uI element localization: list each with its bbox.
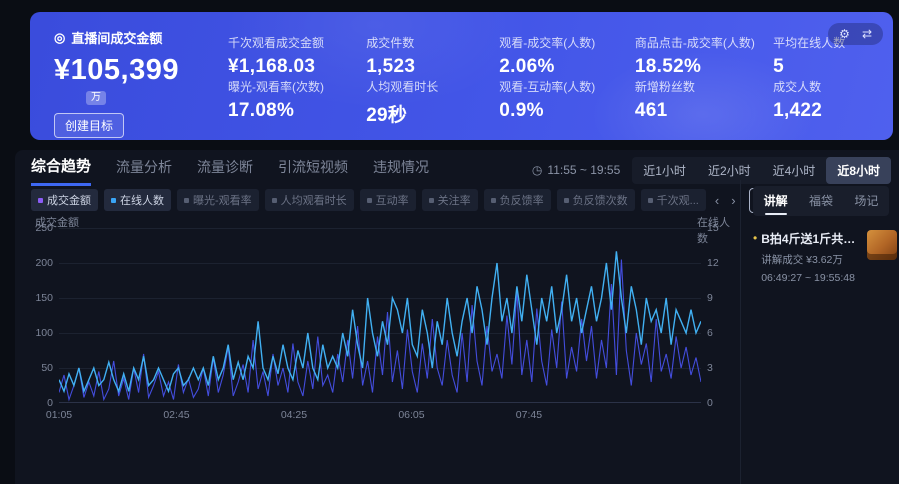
header-metrics-card: ◎ 直播间成交金额 ¥105,399 万 创建目标 千次观看成交金额¥1,168… <box>30 12 893 140</box>
chip-negative-feedback-rate[interactable]: 负反馈率 <box>484 189 551 211</box>
target-icon: ◎ <box>54 30 65 46</box>
tab-short-video[interactable]: 引流短视频 <box>278 157 348 184</box>
product-title: B拍4斤送1斤共35-4... <box>761 230 861 247</box>
metric-cell: 观看-成交率(人数)2.06% <box>499 34 627 78</box>
metric-cell: 曝光-观看率(次数)17.08% <box>228 78 358 127</box>
series-dot <box>111 198 116 203</box>
live-dashboard-page: ◎ 直播间成交金额 ¥105,399 万 创建目标 千次观看成交金额¥1,168… <box>0 0 899 484</box>
trend-chart-svg <box>59 228 701 403</box>
explain-list-item[interactable]: • B拍4斤送1斤共35-4... 讲解成交 ¥3.62万 06:49:27 ~… <box>753 230 889 284</box>
metric-cell: 成交人数1,422 <box>773 78 865 127</box>
chip-interaction-rate[interactable]: 互动率 <box>360 189 416 211</box>
tab-lucky-bag[interactable]: 福袋 <box>798 186 843 216</box>
metric-cell: 千次观看成交金额¥1,168.03 <box>228 34 358 78</box>
chip-avg-watch-time[interactable]: 人均观看时长 <box>265 189 354 211</box>
bullet-icon: • <box>753 231 757 245</box>
primary-metric-label: 直播间成交金额 <box>71 28 162 47</box>
series-dot <box>184 198 189 203</box>
header-action-icons: ⚙ ⇄ <box>828 23 883 45</box>
x-axis-ticks: 01:05 02:45 04:25 06:05 07:45 <box>59 409 701 423</box>
primary-metric-value: ¥105,399 <box>54 54 222 87</box>
x-tick: 04:25 <box>281 409 307 421</box>
chips-prev-icon[interactable]: ‹ <box>712 193 722 208</box>
series-dot <box>272 198 277 203</box>
x-tick: 06:05 <box>398 409 424 421</box>
metric-cell: 人均观看时长29秒 <box>366 78 491 127</box>
x-tick: 02:45 <box>163 409 189 421</box>
plot-area[interactable] <box>59 228 701 403</box>
tab-session-notes[interactable]: 场记 <box>844 186 889 216</box>
tab-explain[interactable]: 讲解 <box>753 186 798 216</box>
chip-follow-rate[interactable]: 关注率 <box>422 189 478 211</box>
right-axis-ticks: 15 12 9 6 3 0 <box>707 228 737 403</box>
series-dot <box>648 198 653 203</box>
metrics-grid: 千次观看成交金额¥1,168.03 成交件数1,523 观看-成交率(人数)2.… <box>228 34 865 126</box>
clock-icon: ◷ <box>532 163 542 177</box>
trend-panel: 综合趋势 流量分析 流量诊断 引流短视频 违规情况 ◷ 11:55 ~ 19:5… <box>15 150 899 484</box>
explain-gmv: 讲解成交 ¥3.62万 <box>761 252 861 267</box>
explain-time-span: 06:49:27 ~ 19:55:48 <box>761 272 861 284</box>
chips-next-icon[interactable]: › <box>728 193 738 208</box>
chip-online-users[interactable]: 在线人数 <box>104 189 171 211</box>
series-dot <box>38 198 43 203</box>
gear-icon[interactable]: ⚙ <box>839 27 850 41</box>
metric-chips-row: 成交金额 在线人数 曝光-观看率 人均观看时长 互动率 关注率 负反馈率 负反馈… <box>31 190 833 210</box>
chip-exposure-view-rate[interactable]: 曝光-观看率 <box>177 189 259 211</box>
chip-gmv[interactable]: 成交金额 <box>31 189 98 211</box>
tab-violations[interactable]: 违规情况 <box>373 157 429 184</box>
unit-badge: 万 <box>86 91 106 105</box>
swap-icon[interactable]: ⇄ <box>862 27 872 41</box>
tab-traffic-diagnosis[interactable]: 流量诊断 <box>197 157 253 184</box>
create-goal-button[interactable]: 创建目标 <box>54 113 124 138</box>
metric-cell: 观看-互动率(人数)0.9% <box>499 78 627 127</box>
metric-cell: 新增粉丝数461 <box>635 78 765 127</box>
time-filter-1h[interactable]: 近1小时 <box>632 157 697 184</box>
metric-cell: 成交件数1,523 <box>366 34 491 78</box>
series-dot <box>491 198 496 203</box>
time-range: ◷ 11:55 ~ 19:55 <box>532 163 620 177</box>
x-tick: 07:45 <box>516 409 542 421</box>
explain-panel-tabs: 讲解 福袋 场记 <box>753 186 889 216</box>
time-range-text: 11:55 ~ 19:55 <box>547 163 620 177</box>
metric-cell: 商品点击-成交率(人数)18.52% <box>635 34 765 78</box>
trend-chart: 成交金额 在线人数 250 200 150 100 50 0 15 12 9 6… <box>15 212 740 484</box>
chip-negative-feedback-count[interactable]: 负反馈次数 <box>557 189 635 211</box>
tab-traffic-analysis[interactable]: 流量分析 <box>116 157 172 184</box>
product-thumbnail <box>867 230 897 260</box>
explain-panel: 讲解 福袋 场记 • B拍4斤送1斤共35-4... 讲解成交 ¥3.62万 0… <box>740 180 895 484</box>
x-tick: 01:05 <box>46 409 72 421</box>
series-dot <box>367 198 372 203</box>
left-axis-ticks: 250 200 150 100 50 0 <box>15 228 53 403</box>
primary-metric: ◎ 直播间成交金额 ¥105,399 万 创建目标 <box>54 28 222 138</box>
chip-per-thousand-views[interactable]: 千次观... <box>641 189 706 211</box>
tab-overall-trend[interactable]: 综合趋势 <box>31 155 91 186</box>
series-dot <box>429 198 434 203</box>
series-dot <box>564 198 569 203</box>
